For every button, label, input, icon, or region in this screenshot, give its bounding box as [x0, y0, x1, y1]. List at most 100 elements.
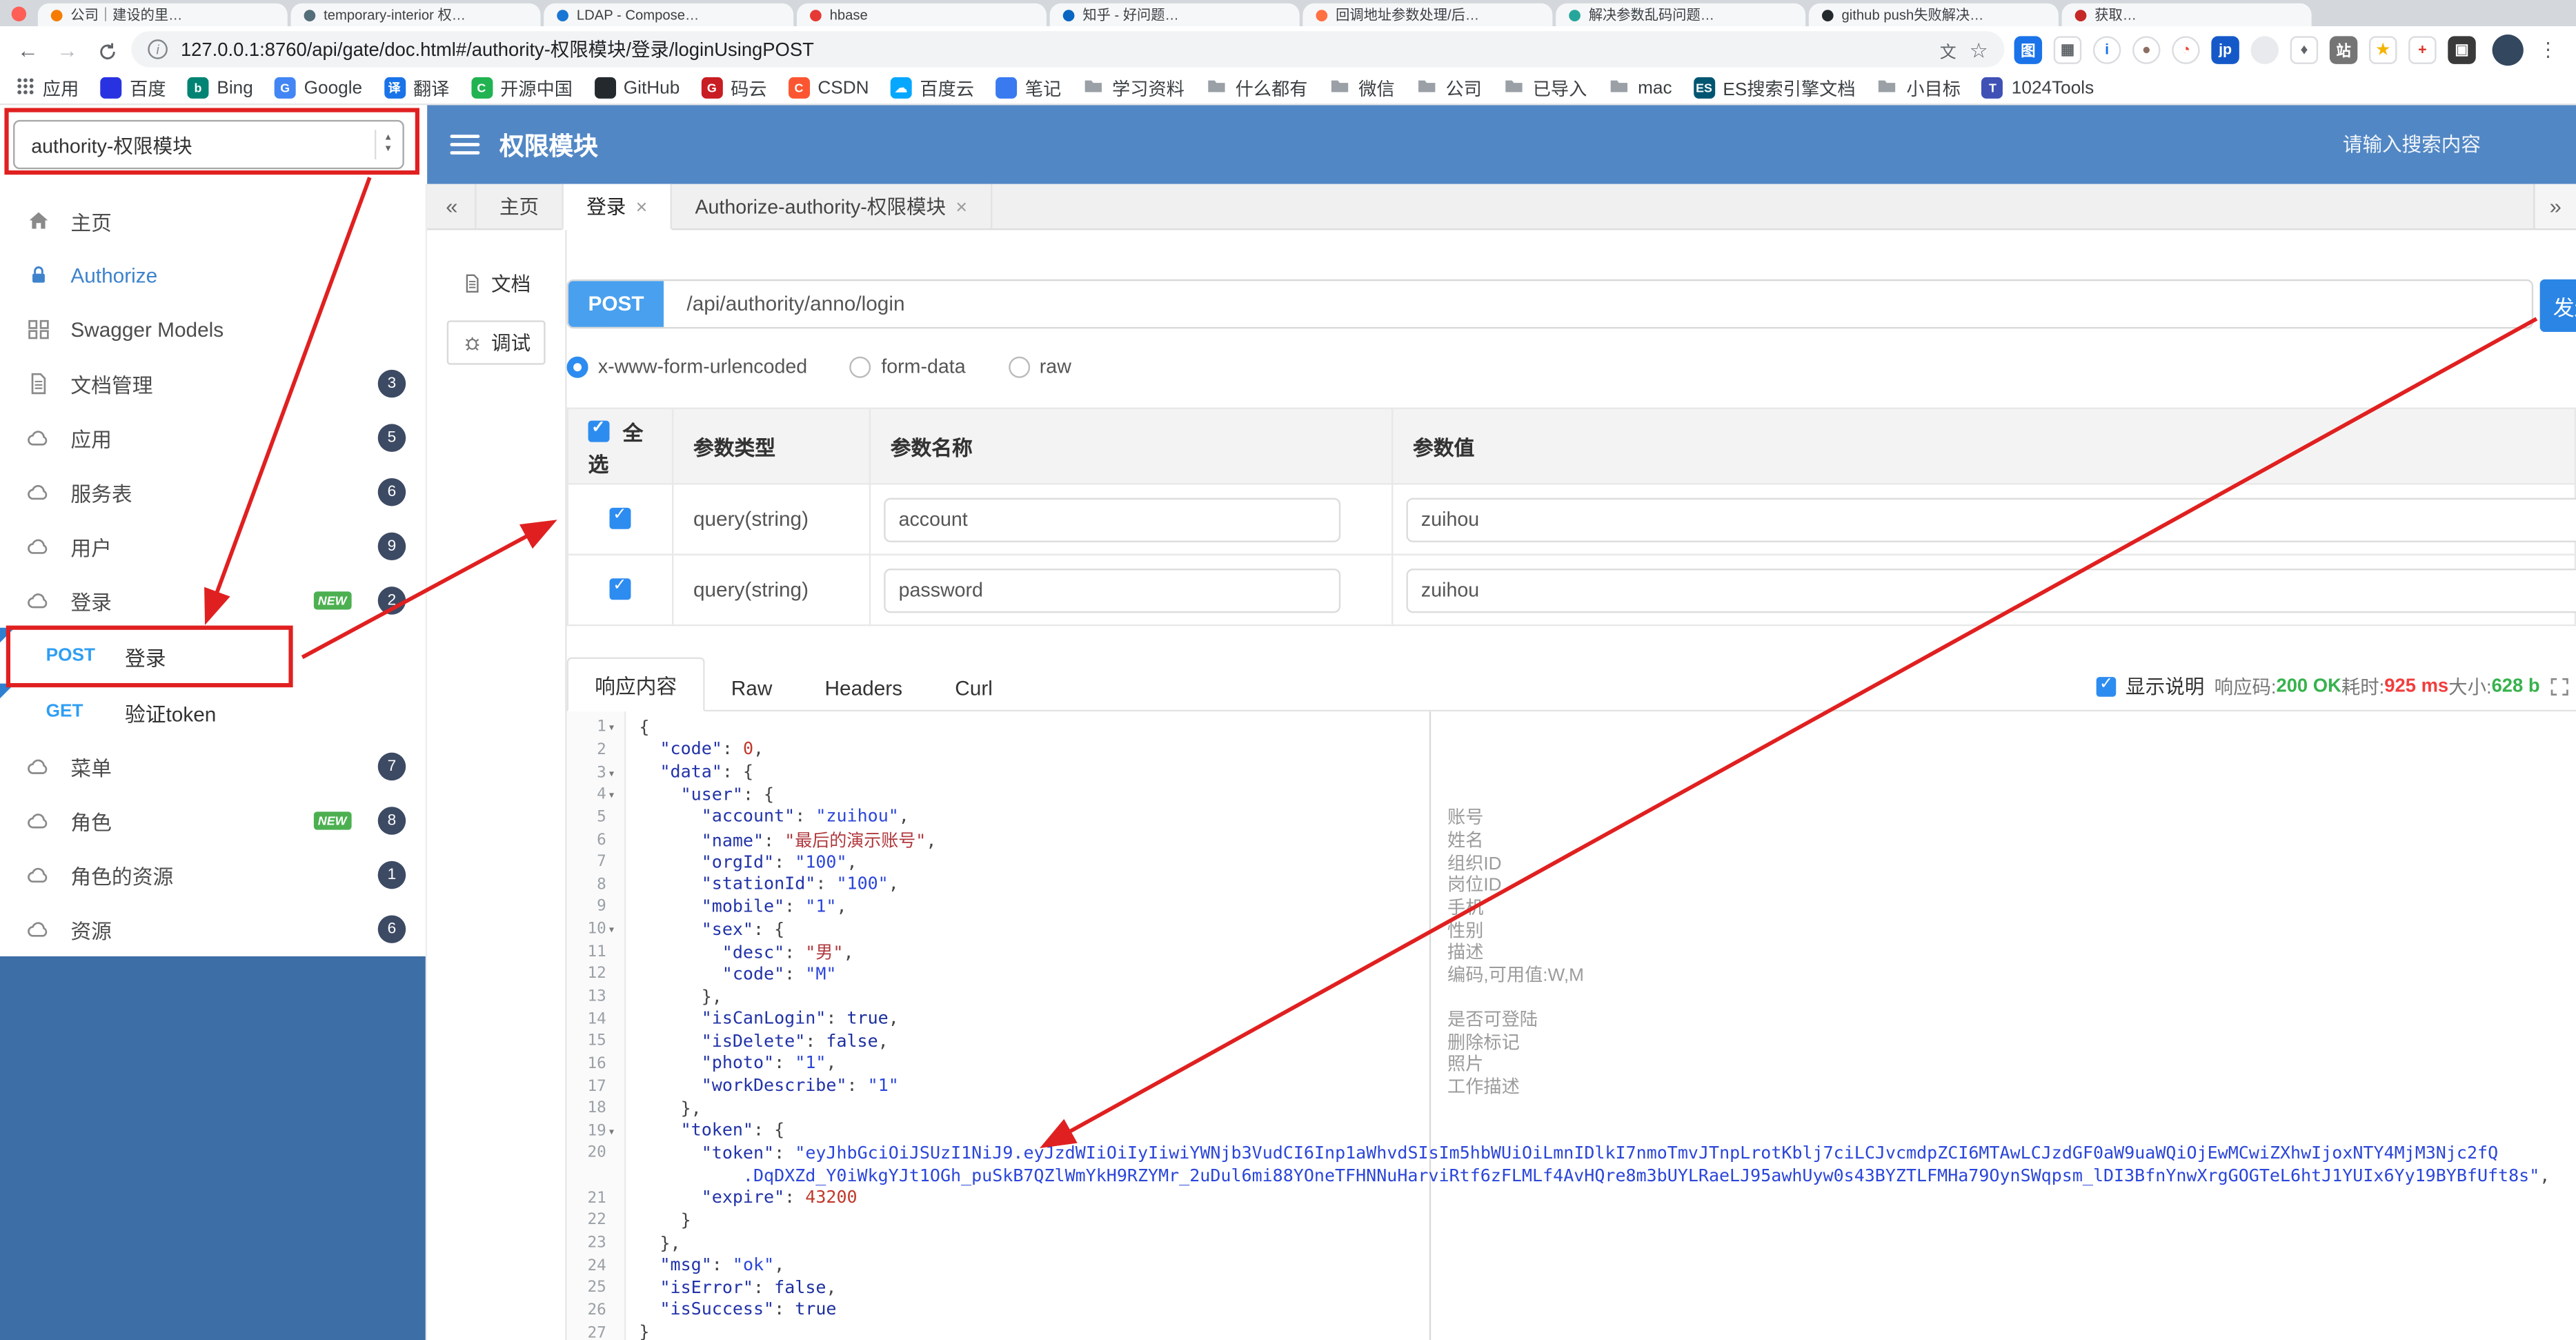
sidebar-item[interactable]: 主页 — [0, 194, 426, 248]
tab-authorize[interactable]: Authorize-authority-权限模块 × — [670, 184, 992, 229]
bookmark-item[interactable]: 百度 — [100, 75, 166, 101]
reload-icon[interactable] — [92, 37, 121, 62]
info-ext-icon[interactable]: i — [2092, 35, 2121, 63]
tabs-next-icon[interactable]: » — [2533, 184, 2576, 229]
paw-ext-icon[interactable]: ● — [2132, 35, 2161, 63]
bookmark-item[interactable]: 微信 — [1329, 75, 1395, 101]
star-ext-icon[interactable]: ★ — [2368, 35, 2397, 63]
param-name-input[interactable] — [884, 497, 1341, 542]
bookmark-item[interactable]: 什么都有 — [1206, 75, 1307, 101]
param-checkbox[interactable] — [609, 578, 631, 600]
tab-raw[interactable]: Raw — [705, 667, 799, 710]
browser-tab[interactable]: 解决参数乱码问题… — [1556, 3, 1806, 27]
favicon — [100, 77, 122, 99]
sidebar-item[interactable]: 菜单 7 — [0, 740, 426, 794]
bookmark-item[interactable]: mac — [1608, 77, 1672, 99]
bookmark-item[interactable]: 已导入 — [1503, 75, 1587, 101]
browser-tab[interactable]: LDAP - Compose… — [544, 3, 794, 27]
sidebar-item[interactable]: Swagger Models — [0, 302, 426, 357]
select-all-checkbox[interactable] — [588, 418, 610, 442]
fold-caret-icon[interactable]: ▾ — [608, 922, 621, 936]
menu-toggle-icon[interactable] — [450, 135, 480, 155]
fold-caret-icon[interactable]: ▾ — [608, 787, 621, 802]
header-search-input[interactable] — [2339, 131, 2553, 158]
panel-ext-icon[interactable]: ▣ — [2448, 35, 2476, 63]
sidebar-item[interactable]: 登录 NEW 2 — [0, 573, 426, 628]
tab-curl[interactable]: Curl — [929, 667, 1019, 710]
browser-menu-icon[interactable]: ⋮ — [2538, 38, 2558, 61]
fold-caret-icon[interactable]: ▾ — [608, 720, 621, 735]
close-icon[interactable]: × — [636, 195, 648, 217]
address-bar[interactable]: i 127.0.0.1:8760/api/gate/doc.html#/auth… — [131, 31, 2005, 68]
show-desc-checkbox[interactable] — [2096, 675, 2116, 696]
bookmark-item[interactable]: b Bing — [187, 77, 253, 99]
tab-response-content[interactable]: 响应内容 — [566, 657, 705, 712]
bookmark-item[interactable]: 小目标 — [1877, 75, 1961, 101]
fold-caret-icon[interactable]: ▾ — [608, 1124, 621, 1139]
bookmark-item[interactable]: T 1024Tools — [1981, 77, 2094, 99]
bookmark-item[interactable]: 笔记 — [995, 75, 1061, 101]
tab-headers[interactable]: Headers — [798, 667, 929, 710]
sidebar-endpoint-post[interactable]: POST 登录 — [0, 627, 426, 684]
sidebar-item[interactable]: 服务表 6 — [0, 465, 426, 520]
shield-ext-icon[interactable]: ♦ — [2290, 35, 2319, 63]
sidebar-item[interactable]: 角色 NEW 8 — [0, 794, 426, 848]
colors-ext-icon[interactable]: ◔ — [2172, 35, 2200, 63]
param-value-input[interactable] — [1406, 567, 2576, 613]
tab-home[interactable]: 主页 — [475, 184, 564, 229]
back-icon[interactable]: ← — [13, 37, 43, 62]
bookmark-item[interactable]: 公司 — [1416, 75, 1482, 101]
tab-login[interactable]: 登录 × — [562, 184, 673, 230]
tabs-collapse-icon[interactable]: « — [427, 184, 476, 228]
body-type-radio[interactable]: x-www-form-urlencoded — [566, 355, 807, 378]
circle-ext-icon[interactable] — [2250, 35, 2279, 63]
body-type-radio[interactable]: raw — [1008, 355, 1071, 378]
grid-ext-icon[interactable]: ▦ — [2053, 35, 2082, 63]
sidebar-item[interactable]: 资源 6 — [0, 902, 426, 956]
site-ext-icon[interactable]: 站 — [2329, 35, 2358, 63]
sidebar-item[interactable]: 用户 9 — [0, 520, 426, 574]
browser-tab[interactable]: github push失败解决… — [1808, 3, 2059, 27]
expand-icon[interactable] — [2550, 676, 2570, 696]
tab-doc[interactable]: 文档 — [448, 263, 544, 304]
browser-tab[interactable]: temporary-interior 权… — [290, 3, 541, 27]
sidebar-item[interactable]: 文档管理 3 — [0, 357, 426, 411]
page-info-icon[interactable]: i — [148, 39, 168, 59]
bookmark-item[interactable]: ☁ 百度云 — [890, 75, 974, 101]
screenshot-ext-icon[interactable]: 图 — [2014, 35, 2043, 63]
param-value-input[interactable] — [1406, 497, 2576, 542]
param-name-input[interactable] — [884, 567, 1341, 613]
send-button[interactable]: 发送 — [2539, 279, 2576, 333]
sidebar-item[interactable]: Authorize — [0, 248, 426, 303]
bookmark-item[interactable]: G Google — [274, 77, 362, 99]
jp-ext-icon[interactable]: jp — [2211, 35, 2239, 63]
bookmark-item[interactable]: 译翻译 — [384, 75, 449, 101]
service-select[interactable]: authority-权限模块 ▲ ▼ — [13, 119, 404, 170]
profile-avatar[interactable] — [2492, 33, 2524, 66]
translate-icon[interactable]: 文 — [1940, 37, 1956, 61]
sidebar-endpoint-get[interactable]: GET 验证token — [0, 683, 426, 740]
forward-icon[interactable]: → — [52, 37, 82, 62]
body-type-radio[interactable]: form-data — [850, 355, 966, 378]
bookmark-item[interactable]: GitHub — [593, 77, 680, 99]
tab-debug[interactable]: 调试 — [446, 320, 546, 365]
param-checkbox[interactable] — [609, 506, 631, 530]
browser-tab[interactable]: 获取… — [2061, 3, 2312, 27]
bookmark-item[interactable]: C CSDN — [788, 77, 869, 99]
bookmark-item[interactable]: 学习资料 — [1082, 75, 1185, 101]
browser-tab[interactable]: 公司｜建设的里… — [37, 3, 288, 27]
sidebar-item[interactable]: 应用 5 — [0, 411, 426, 465]
sidebar-item[interactable]: 角色的资源 1 — [0, 848, 426, 903]
pin-ext-icon[interactable]: + — [2408, 35, 2437, 63]
window-close-button[interactable] — [11, 6, 27, 21]
bookmark-item[interactable]: G 码云 — [701, 75, 767, 101]
bookmark-apps[interactable]: 应用 — [17, 75, 79, 101]
browser-tab[interactable]: hbase — [796, 3, 1047, 27]
browser-tab[interactable]: 回调地址参数处理/后… — [1302, 3, 1553, 27]
bookmark-item[interactable]: ES ES搜索引擎文档 — [1693, 75, 1856, 101]
bookmark-star-icon[interactable]: ☆ — [1970, 37, 1988, 61]
browser-tab[interactable]: 知乎 - 好问题… — [1049, 3, 1300, 27]
fold-caret-icon[interactable]: ▾ — [608, 765, 621, 780]
bookmark-item[interactable]: C 开源中国 — [470, 75, 573, 101]
close-icon[interactable]: × — [955, 195, 967, 217]
